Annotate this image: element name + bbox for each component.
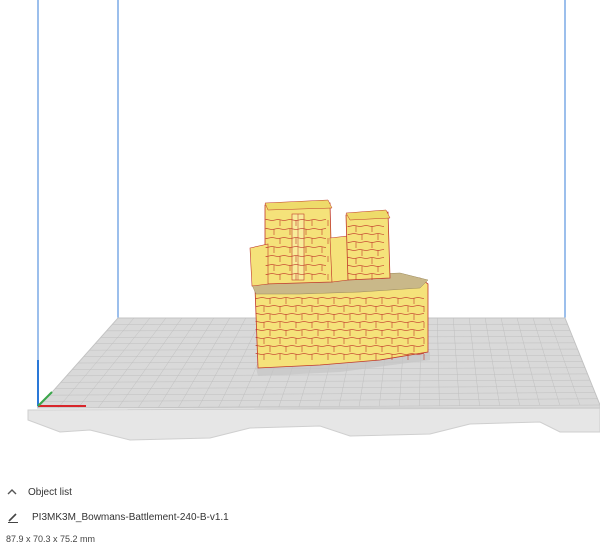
object-dimensions: 87.9 x 70.3 x 75.2 mm: [6, 534, 96, 544]
object-list-item[interactable]: PI3MK3M_Bowmans-Battlement-240-B-v1.1: [6, 510, 229, 524]
object-name: PI3MK3M_Bowmans-Battlement-240-B-v1.1: [32, 511, 229, 523]
3d-viewport[interactable]: [0, 0, 600, 470]
battlement-model[interactable]: [249, 199, 429, 369]
object-list-label: Object list: [28, 486, 72, 498]
build-plate-base: [27, 407, 600, 441]
object-list-toggle[interactable]: Object list: [6, 486, 72, 498]
build-plate-scene[interactable]: [0, 0, 600, 470]
chevron-up-icon: [7, 489, 17, 495]
object-list-panel: Object list PI3MK3M_Bowmans-Battlement-2…: [0, 470, 600, 547]
pencil-icon[interactable]: [6, 510, 20, 524]
